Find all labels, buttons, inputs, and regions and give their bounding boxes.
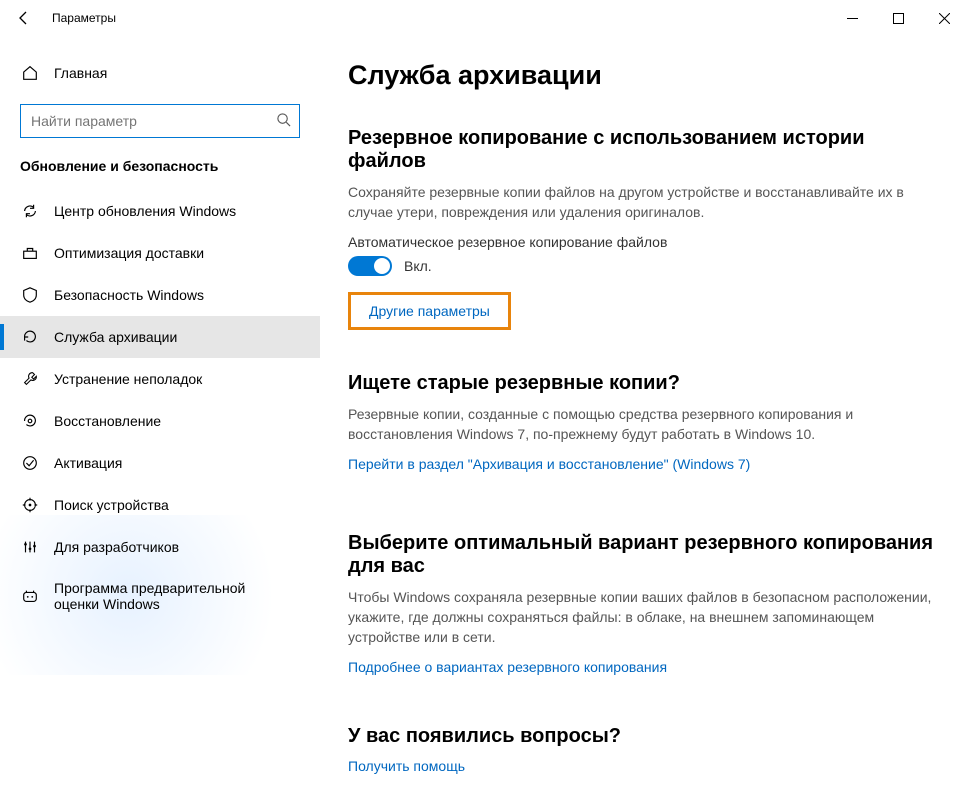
sidebar-item-insider[interactable]: Программа предварительной оценки Windows (0, 568, 320, 624)
sidebar-item-windows-security[interactable]: Безопасность Windows (0, 274, 320, 316)
nav-label: Поиск устройства (54, 497, 169, 513)
sidebar-item-delivery-optimization[interactable]: Оптимизация доставки (0, 232, 320, 274)
home-icon (20, 64, 40, 82)
page-title: Служба архивации (348, 60, 939, 91)
sidebar-item-developers[interactable]: Для разработчиков (0, 526, 320, 568)
nav-label: Центр обновления Windows (54, 203, 236, 219)
maximize-button[interactable] (875, 0, 921, 36)
sync-icon (20, 202, 40, 220)
nav-label: Безопасность Windows (54, 287, 204, 303)
section-heading: Выберите оптимальный вариант резервного … (348, 532, 939, 578)
wrench-icon (20, 370, 40, 388)
location-icon (20, 496, 40, 514)
auto-backup-toggle[interactable] (348, 256, 392, 276)
toggle-label: Автоматическое резервное копирование фай… (348, 234, 939, 250)
insider-icon (20, 587, 40, 605)
minimize-button[interactable] (829, 0, 875, 36)
more-options-highlight: Другие параметры (348, 292, 511, 330)
sidebar-item-find-my-device[interactable]: Поиск устройства (0, 484, 320, 526)
close-button[interactable] (921, 0, 967, 36)
nav-label: Восстановление (54, 413, 161, 429)
search-input-container[interactable] (20, 104, 300, 138)
sidebar-item-recovery[interactable]: Восстановление (0, 400, 320, 442)
section-heading: Ищете старые резервные копии? (348, 372, 939, 395)
content-area: Служба архивации Резервное копирование с… (320, 36, 967, 795)
nav-label: Для разработчиков (54, 539, 179, 555)
sidebar-item-troubleshoot[interactable]: Устранение неполадок (0, 358, 320, 400)
nav-label: Оптимизация доставки (54, 245, 204, 261)
backup-icon (20, 328, 40, 346)
check-circle-icon (20, 454, 40, 472)
section-choose-backup: Выберите оптимальный вариант резервного … (348, 532, 939, 675)
sidebar-item-home[interactable]: Главная (0, 56, 320, 90)
titlebar: Параметры (0, 0, 967, 36)
backup-options-link[interactable]: Подробнее о вариантах резервного копиров… (348, 659, 667, 675)
home-label: Главная (54, 65, 107, 81)
section-heading: У вас появились вопросы? (348, 725, 939, 748)
toggle-state: Вкл. (404, 258, 432, 274)
back-button[interactable] (0, 10, 48, 26)
nav-label: Устранение неполадок (54, 371, 202, 387)
section-questions: У вас появились вопросы? Получить помощь (348, 725, 939, 774)
sidebar: Главная Обновление и безопасность Центр … (0, 36, 320, 795)
section-description: Чтобы Windows сохраняла резервные копии … (348, 588, 939, 647)
section-description: Резервные копии, созданные с помощью сре… (348, 405, 908, 444)
nav-label: Программа предварительной оценки Windows (54, 580, 284, 612)
window-title: Параметры (48, 11, 829, 25)
sidebar-section-title: Обновление и безопасность (0, 158, 320, 190)
section-description: Сохраняйте резервные копии файлов на дру… (348, 183, 908, 222)
search-input[interactable] (29, 112, 276, 130)
sidebar-item-activation[interactable]: Активация (0, 442, 320, 484)
section-heading: Резервное копирование с использованием и… (348, 127, 939, 173)
win7-backup-link[interactable]: Перейти в раздел "Архивация и восстановл… (348, 456, 750, 472)
get-help-link[interactable]: Получить помощь (348, 758, 465, 774)
more-options-link[interactable]: Другие параметры (369, 303, 490, 319)
developer-icon (20, 538, 40, 556)
section-file-history: Резервное копирование с использованием и… (348, 127, 939, 330)
delivery-icon (20, 244, 40, 262)
nav-label: Активация (54, 455, 122, 471)
recovery-icon (20, 412, 40, 430)
section-old-backups: Ищете старые резервные копии? Резервные … (348, 372, 939, 472)
sidebar-item-windows-update[interactable]: Центр обновления Windows (0, 190, 320, 232)
shield-icon (20, 286, 40, 304)
search-icon (276, 112, 291, 130)
sidebar-item-backup[interactable]: Служба архивации (0, 316, 320, 358)
nav-label: Служба архивации (54, 329, 177, 345)
